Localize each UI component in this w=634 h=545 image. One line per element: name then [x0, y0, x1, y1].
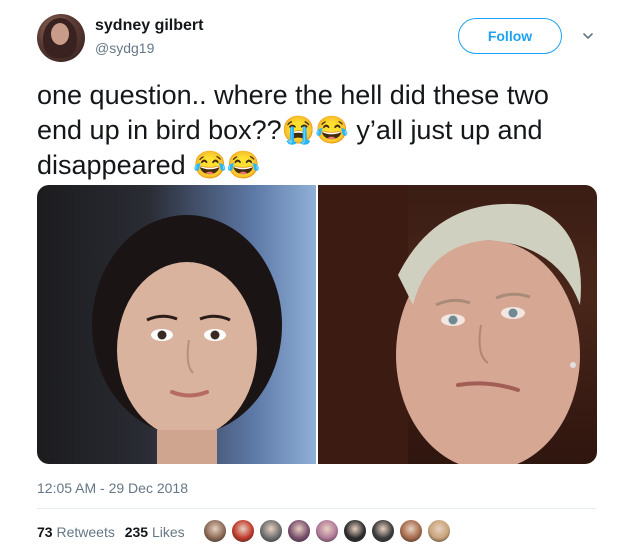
tweet-media[interactable] [37, 185, 597, 464]
likes-count: 235 [124, 524, 149, 540]
retweets-stat[interactable]: 73 Retweets [37, 524, 115, 540]
portrait-man-illustration [318, 185, 581, 464]
author-name[interactable]: sydney gilbert [95, 17, 203, 35]
retweets-label: Retweets [56, 524, 115, 540]
liker-avatar[interactable] [258, 518, 284, 544]
liker-avatar[interactable] [202, 518, 228, 544]
liker-avatar[interactable] [398, 518, 424, 544]
retweets-count: 73 [37, 524, 53, 540]
liker-avatar[interactable] [370, 518, 396, 544]
likes-stat[interactable]: 235 Likes [125, 524, 185, 540]
stats-divider [37, 508, 597, 509]
tweet-timestamp[interactable]: 12:05 AM - 29 Dec 2018 [37, 480, 188, 496]
avatar-face-shape [51, 23, 69, 45]
author-handle[interactable]: @sydg19 [95, 40, 154, 56]
chevron-down-icon[interactable] [582, 30, 594, 42]
portrait-woman-illustration [92, 215, 282, 464]
liker-avatar[interactable] [426, 518, 452, 544]
tweet-stats: 73 Retweets 235 Likes [37, 524, 191, 540]
media-image-right[interactable] [318, 185, 597, 464]
liker-avatar[interactable] [230, 518, 256, 544]
follow-button[interactable]: Follow [458, 18, 562, 54]
tweet-text: one question.. where the hell did these … [37, 80, 549, 180]
likes-label: Likes [151, 524, 185, 540]
liker-avatar[interactable] [286, 518, 312, 544]
liker-avatar[interactable] [314, 518, 340, 544]
liker-avatar[interactable] [342, 518, 368, 544]
author-avatar[interactable] [37, 14, 85, 62]
media-image-left[interactable] [37, 185, 316, 464]
